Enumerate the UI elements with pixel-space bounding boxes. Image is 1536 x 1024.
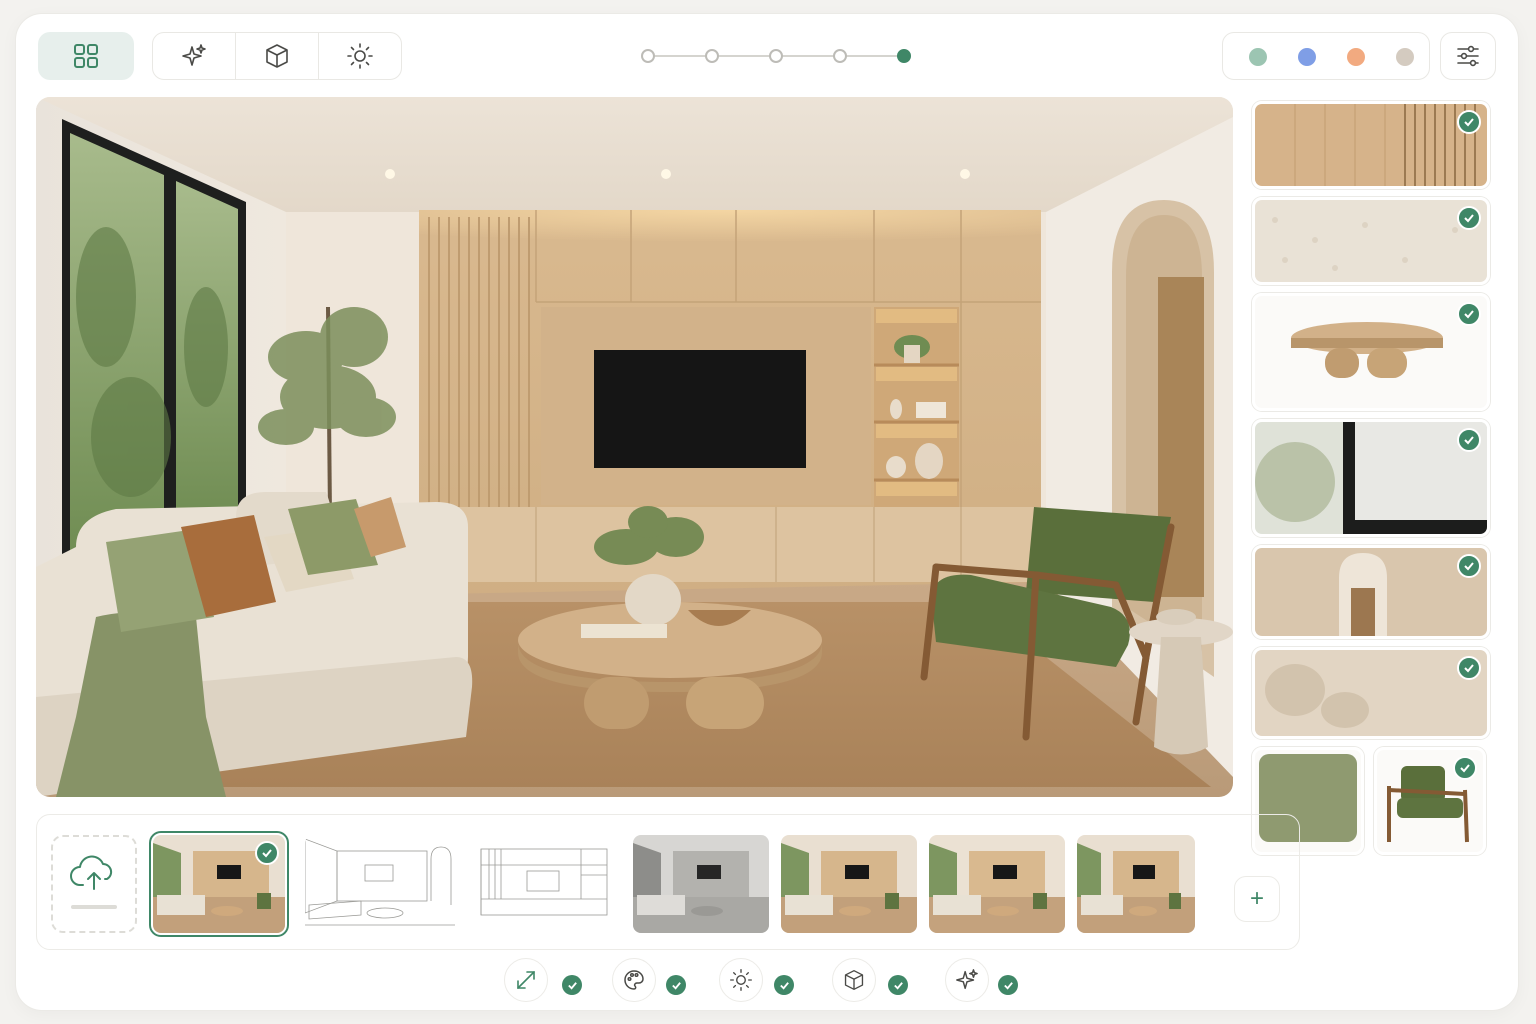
window-frame-swatch [1255, 422, 1487, 534]
grid-icon [74, 44, 98, 68]
ai-generate-button[interactable] [153, 33, 236, 79]
selected-check-icon [1457, 428, 1481, 452]
shadow-wall-swatch [1255, 650, 1487, 736]
thumbnail-render-4[interactable] [1077, 835, 1195, 933]
boucle-swatch [1255, 200, 1487, 282]
render-thumbnail [1077, 835, 1195, 933]
living-room-render [36, 97, 1233, 797]
thumbnail-render-3[interactable] [929, 835, 1065, 933]
plus-icon: + [1249, 885, 1264, 912]
swatch-peach[interactable] [1347, 48, 1365, 66]
material-window-frame[interactable] [1252, 419, 1490, 537]
expand-button[interactable] [504, 958, 548, 1002]
swatch-blue[interactable] [1298, 48, 1316, 66]
thumbnail-elevation[interactable] [471, 835, 617, 933]
material-arch[interactable] [1252, 545, 1490, 639]
step-2[interactable] [705, 49, 719, 63]
wood-slat-swatch [1255, 104, 1487, 186]
cube-icon [266, 44, 288, 68]
selected-check-icon [1457, 554, 1481, 578]
sun-icon [347, 43, 373, 69]
upload-button[interactable] [51, 835, 137, 933]
palette-check-icon [666, 975, 686, 995]
sketch-thumbnail [305, 835, 455, 933]
cube-icon [844, 970, 864, 990]
3d-model-button[interactable] [236, 33, 319, 79]
material-coffee-table[interactable] [1252, 293, 1490, 411]
selected-check-icon [1457, 302, 1481, 326]
3d-check-icon [888, 975, 908, 995]
thumbnail-sketch[interactable] [305, 835, 455, 933]
sun-icon [730, 969, 752, 991]
grid-view-button[interactable] [38, 32, 134, 80]
materials-panel [1252, 97, 1492, 857]
app-window: + [16, 14, 1518, 1010]
expand-check-icon [562, 975, 582, 995]
swatch-sage[interactable] [1249, 48, 1267, 66]
palette-icon [624, 970, 644, 990]
add-variation-button[interactable]: + [1234, 876, 1280, 922]
expand-icon [517, 971, 535, 989]
sliders-icon [1457, 45, 1479, 67]
variation-filmstrip [36, 814, 1300, 950]
render-thumbnail [929, 835, 1065, 933]
lighting-button[interactable] [319, 33, 401, 79]
selected-check-icon [1457, 656, 1481, 680]
selected-check-icon [255, 841, 279, 865]
step-1[interactable] [641, 49, 655, 63]
swatch-taupe[interactable] [1396, 48, 1414, 66]
elevation-thumbnail [471, 835, 617, 933]
render-thumbnail [781, 835, 917, 933]
step-4[interactable] [833, 49, 847, 63]
settings-button[interactable] [1440, 32, 1496, 80]
arch-swatch [1255, 548, 1487, 636]
sparkle-icon [182, 44, 206, 66]
ai-tool-button[interactable] [945, 958, 989, 1002]
palette-button[interactable] [612, 958, 656, 1002]
color-palette [1222, 32, 1430, 80]
3d-tool-button[interactable] [832, 958, 876, 1002]
material-shadow-wall[interactable] [1252, 647, 1490, 739]
coffee-table-swatch [1255, 296, 1487, 408]
tool-group [152, 32, 402, 80]
selected-check-icon [1457, 206, 1481, 230]
step-5[interactable] [897, 49, 911, 63]
material-wood-slat[interactable] [1252, 101, 1490, 189]
room-render-viewport[interactable] [36, 97, 1233, 797]
progress-stepper [636, 42, 918, 70]
ai-check-icon [998, 975, 1018, 995]
cloud-upload-icon [70, 855, 117, 909]
thumbnail-render-1[interactable] [149, 831, 289, 937]
material-boucle[interactable] [1252, 197, 1490, 285]
step-3[interactable] [769, 49, 783, 63]
thumbnail-grayscale[interactable] [633, 835, 769, 933]
lighting-tool-button[interactable] [719, 958, 763, 1002]
thumbnail-render-2[interactable] [781, 835, 917, 933]
selected-check-icon [1453, 756, 1477, 780]
grayscale-thumbnail [633, 835, 769, 933]
lighting-check-icon [774, 975, 794, 995]
sparkle-icon [956, 969, 978, 990]
selected-check-icon [1457, 110, 1481, 134]
material-armchair[interactable] [1374, 747, 1486, 855]
